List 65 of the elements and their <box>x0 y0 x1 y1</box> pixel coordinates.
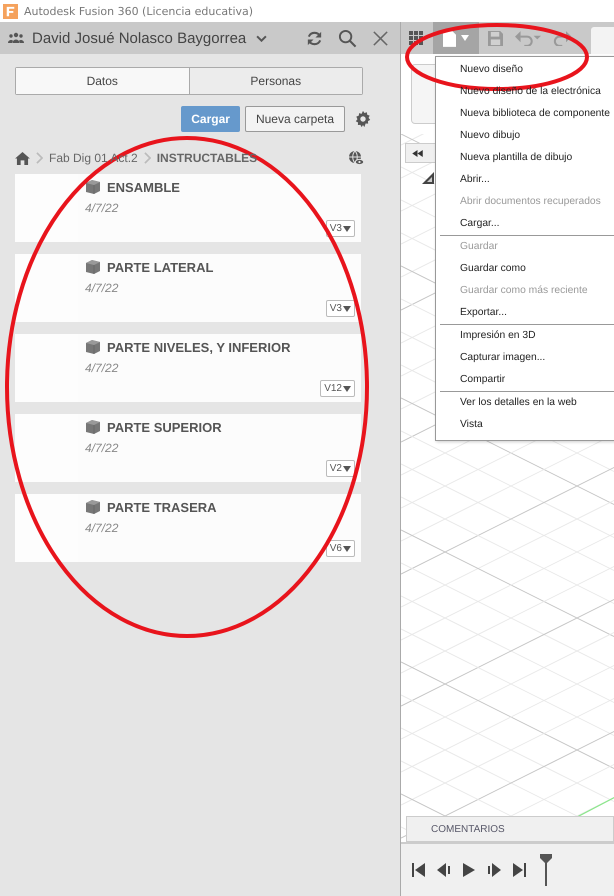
file-date: 4/7/22 <box>85 281 120 295</box>
cube-icon <box>85 339 101 355</box>
menu-item[interactable]: Cargar... <box>436 213 614 235</box>
triangle-icon <box>422 172 434 184</box>
tab[interactable]: Personas <box>188 68 362 94</box>
file-name: PARTE TRASERA <box>107 500 217 514</box>
last-icon[interactable] <box>512 863 526 877</box>
caret-icon <box>343 546 351 552</box>
caret-icon <box>343 226 351 232</box>
cube-icon <box>85 419 101 435</box>
people-icon <box>8 32 24 44</box>
cube-icon <box>85 179 101 195</box>
cube-icon <box>85 259 101 275</box>
first-icon[interactable] <box>412 863 426 877</box>
caret-icon <box>343 386 351 392</box>
file-name: PARTE LATERAL <box>107 260 214 274</box>
home-icon[interactable] <box>15 152 30 164</box>
cube-icon <box>85 499 101 515</box>
timeline-marker-icon[interactable] <box>540 854 552 886</box>
comments-label: COMENTARIOS <box>431 824 505 834</box>
new-folder-button[interactable]: Nueva carpeta <box>244 106 345 132</box>
version-dropdown[interactable]: V12 <box>320 380 355 397</box>
file-date: 4/7/22 <box>85 201 120 215</box>
window-title: Autodesk Fusion 360 (Licencia educativa) <box>24 4 254 18</box>
chevron-right-icon <box>36 152 43 164</box>
menu-item[interactable]: Compartir <box>440 369 614 391</box>
menu-item[interactable]: Impresión en 3D <box>440 325 614 347</box>
menu-item[interactable]: Nuevo diseño <box>436 59 614 81</box>
version-dropdown[interactable]: V2 <box>326 460 355 477</box>
caret-icon <box>343 306 351 312</box>
settings-icon[interactable] <box>354 110 372 128</box>
comments-bar[interactable]: COMENTARIOS <box>406 816 614 842</box>
collapse-icon[interactable] <box>412 150 423 156</box>
menu-item[interactable]: Nueva plantilla de dibujo <box>436 147 614 169</box>
version-dropdown[interactable]: V3 <box>326 220 355 237</box>
menu-item[interactable]: Nuevo dibujo <box>436 125 614 147</box>
breadcrumb-item[interactable]: INSTRUCTABLES <box>156 151 258 165</box>
chevron-down-icon[interactable] <box>256 34 268 42</box>
menu-item[interactable]: Guardar como <box>440 258 614 280</box>
menu-item[interactable]: Abrir... <box>436 169 614 191</box>
globe-icon[interactable] <box>348 150 364 166</box>
menu-item[interactable]: Nueva biblioteca de componente <box>436 103 614 125</box>
version-dropdown[interactable]: V3 <box>326 300 355 317</box>
tab[interactable]: Datos <box>16 68 188 94</box>
caret-icon <box>461 35 469 41</box>
menu-item[interactable]: Vista <box>440 414 614 436</box>
version-dropdown[interactable]: V6 <box>326 540 355 557</box>
file-date: 4/7/22 <box>85 441 120 455</box>
grid-icon[interactable] <box>409 31 423 45</box>
app-logo-icon <box>3 4 18 18</box>
next-icon[interactable] <box>487 863 501 877</box>
menu-item[interactable]: Exportar... <box>440 302 614 324</box>
search-icon[interactable] <box>338 28 357 48</box>
close-icon[interactable] <box>371 28 390 48</box>
file-name: PARTE SUPERIOR <box>107 420 222 434</box>
menu-item[interactable]: Ver los detalles en la web <box>440 392 614 414</box>
file-date: 4/7/22 <box>85 521 120 535</box>
file-date: 4/7/22 <box>85 361 120 375</box>
chevron-right-icon <box>144 152 151 164</box>
previous-icon[interactable] <box>437 863 451 877</box>
menu-item[interactable]: Capturar imagen... <box>440 347 614 369</box>
caret-icon <box>343 466 351 472</box>
play-icon[interactable] <box>462 863 476 877</box>
file-name: ENSAMBLE <box>107 180 180 194</box>
file-name: PARTE NIVELES, Y INFERIOR <box>107 340 290 354</box>
